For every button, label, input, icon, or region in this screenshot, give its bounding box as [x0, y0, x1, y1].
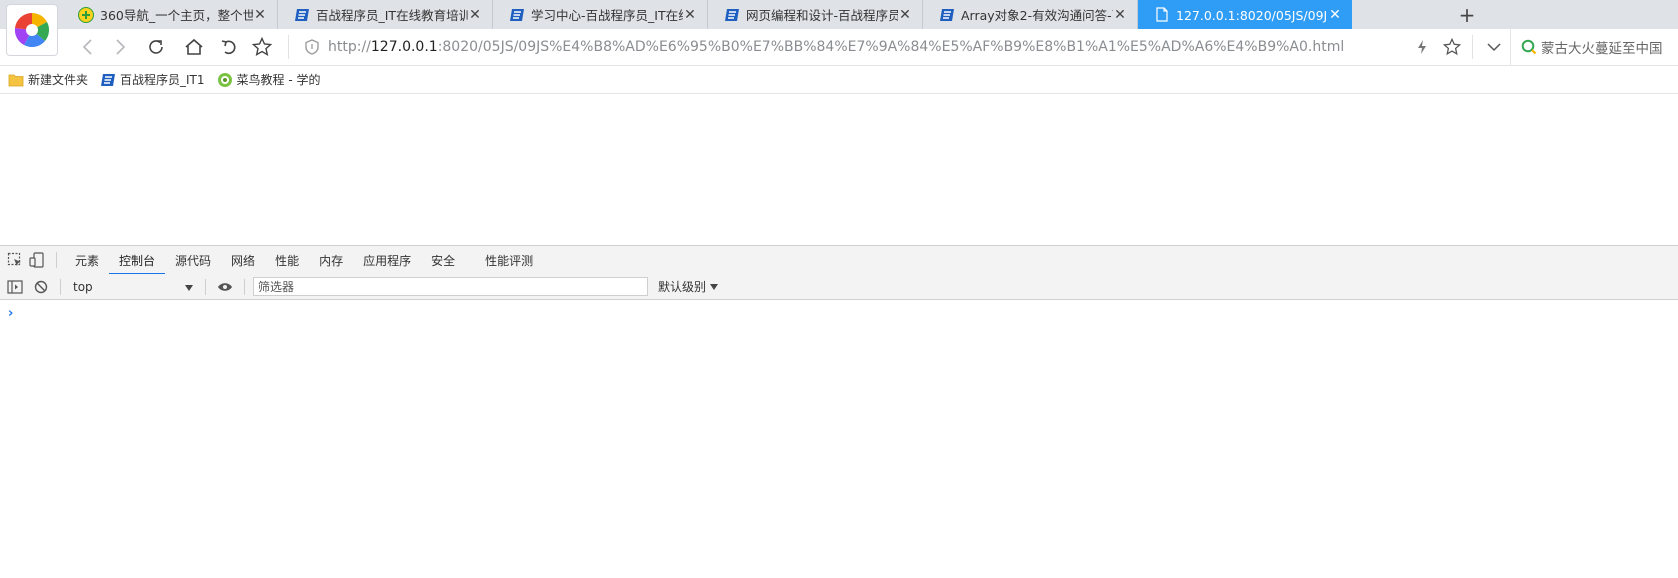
tab-title: Array对象2-有效沟通问答-百: [961, 8, 1113, 23]
navigation-bar: http://127.0.0.1:8020/05JS/09JS%E4%B8%AD…: [0, 29, 1678, 66]
tab-close-button[interactable]: ✕: [1113, 7, 1127, 23]
tab-bz-array[interactable]: Array对象2-有效沟通问答-百 ✕: [923, 0, 1138, 29]
url-host: 127.0.0.1: [370, 39, 438, 55]
devtools-tab-memory[interactable]: 内存: [309, 246, 353, 274]
devtools-tab-application[interactable]: 应用程序: [353, 246, 421, 274]
inspect-element-icon[interactable]: [4, 249, 26, 271]
console-output[interactable]: ›: [0, 300, 1678, 578]
context-selector[interactable]: top: [69, 277, 197, 297]
console-prompt: ›: [8, 306, 14, 321]
bz-icon: [100, 72, 116, 88]
sidebar-toggle-icon[interactable]: [4, 276, 26, 298]
console-toolbar: top 默认级别: [0, 274, 1678, 300]
url-scheme: http://: [328, 39, 371, 55]
bz-icon: [509, 7, 525, 23]
url-path: :8020/05JS/09JS%E4%B8%AD%E6%95%B0%E7%BB%…: [437, 39, 1345, 55]
bz-icon: [724, 7, 740, 23]
dropdown-arrow-icon: [710, 283, 719, 290]
tab-title: 127.0.0.1:8020/05JS/09JS中数: [1176, 8, 1328, 23]
tab-bz-web[interactable]: 网页编程和设计-百战程序员 ✕: [708, 0, 923, 29]
tab-title: 百战程序员_IT在线教育培训机构: [316, 8, 468, 23]
devtools-tab-sources[interactable]: 源代码: [165, 246, 221, 274]
devtools-tab-security[interactable]: 安全: [421, 246, 465, 274]
tab-title: 学习中心-百战程序员_IT在线教: [531, 8, 683, 23]
forward-icon[interactable]: [108, 35, 132, 59]
tab-close-button[interactable]: ✕: [683, 7, 697, 23]
bz-icon: [294, 7, 310, 23]
reload-icon[interactable]: [144, 35, 168, 59]
bookmark-runoob[interactable]: 菜鸟教程 - 学的: [217, 71, 321, 88]
back-icon[interactable]: [76, 35, 100, 59]
bookmarks-bar: 新建文件夹 百战程序员_IT1 菜鸟教程 - 学的: [0, 66, 1678, 94]
devtools-tab-elements[interactable]: 元素: [65, 246, 109, 274]
360-icon: [78, 6, 94, 23]
tab-bz-learning[interactable]: 学习中心-百战程序员_IT在线教 ✕: [493, 0, 708, 29]
live-expression-eye-icon[interactable]: [214, 276, 236, 298]
favorite-star-icon[interactable]: [1440, 35, 1464, 59]
log-level-value: 默认级别: [658, 280, 707, 294]
devtools-tab-network[interactable]: 网络: [221, 246, 265, 274]
tab-localhost-active[interactable]: 127.0.0.1:8020/05JS/09JS中数 ✕: [1138, 0, 1352, 29]
bookmark-bz[interactable]: 百战程序员_IT1: [100, 71, 205, 88]
devtools-tab-performance[interactable]: 性能: [265, 246, 309, 274]
tab-close-button[interactable]: ✕: [898, 7, 912, 23]
bookmark-label: 菜鸟教程 - 学的: [236, 73, 321, 87]
runoob-icon: [217, 72, 233, 88]
home-icon[interactable]: [182, 35, 206, 59]
chevron-down-icon[interactable]: [1482, 35, 1506, 59]
bookmark-label: 新建文件夹: [28, 73, 89, 87]
tab-title: 360导航_一个主页，整个世界: [100, 8, 253, 23]
log-level-selector[interactable]: 默认级别: [658, 278, 719, 295]
bookmark-star-icon[interactable]: [250, 35, 274, 59]
undo-close-tab-icon[interactable]: [218, 35, 242, 59]
tab-close-button[interactable]: ✕: [1328, 7, 1342, 23]
clear-console-icon[interactable]: [30, 276, 52, 298]
bookmark-new-folder[interactable]: 新建文件夹: [8, 71, 88, 88]
toolbar-divider: [205, 278, 206, 295]
address-bar[interactable]: http://127.0.0.1:8020/05JS/09JS%E4%B8%AD…: [328, 32, 1498, 62]
context-value: top: [73, 279, 93, 294]
page-icon: [1154, 7, 1170, 23]
toolbar-divider: [56, 252, 57, 268]
tab-title: 网页编程和设计-百战程序员: [746, 8, 898, 23]
search-box[interactable]: 蒙古大火蔓延至中国: [1510, 29, 1678, 65]
device-toolbar-icon[interactable]: [26, 249, 48, 271]
tab-bz-home[interactable]: 百战程序员_IT在线教育培训机构 ✕: [278, 0, 493, 29]
browser-logo-icon[interactable]: [6, 4, 58, 56]
search-hint-text: 蒙古大火蔓延至中国: [1541, 41, 1663, 57]
tab-close-button[interactable]: ✕: [468, 7, 482, 23]
devtools-tab-console[interactable]: 控制台: [109, 246, 166, 275]
dropdown-arrow-icon: [185, 280, 193, 294]
bz-icon: [939, 7, 955, 23]
tab-360-nav[interactable]: 360导航_一个主页，整个世界 ✕: [62, 0, 278, 29]
search-icon: [1521, 39, 1537, 55]
folder-icon: [8, 72, 24, 88]
devtools-tab-audits[interactable]: 性能评测: [475, 246, 543, 274]
toolbar-divider: [60, 278, 61, 295]
nav-divider: [288, 35, 289, 59]
console-filter-input[interactable]: [253, 277, 648, 296]
nav-divider: [1472, 35, 1473, 59]
devtools-tab-bar: 元素 控制台 源代码 网络 性能 内存 应用程序 安全 性能评测: [0, 245, 1678, 275]
new-tab-button[interactable]: +: [1452, 0, 1482, 29]
security-shield-icon[interactable]: [300, 35, 324, 59]
lightning-icon[interactable]: [1410, 35, 1434, 59]
tab-strip: 360导航_一个主页，整个世界 ✕ 百战程序员_IT在线教育培训机构 ✕ 学习中…: [0, 0, 1678, 30]
bookmark-label: 百战程序员_IT1: [120, 73, 205, 87]
tab-close-button[interactable]: ✕: [253, 7, 267, 23]
toolbar-divider: [244, 278, 245, 295]
